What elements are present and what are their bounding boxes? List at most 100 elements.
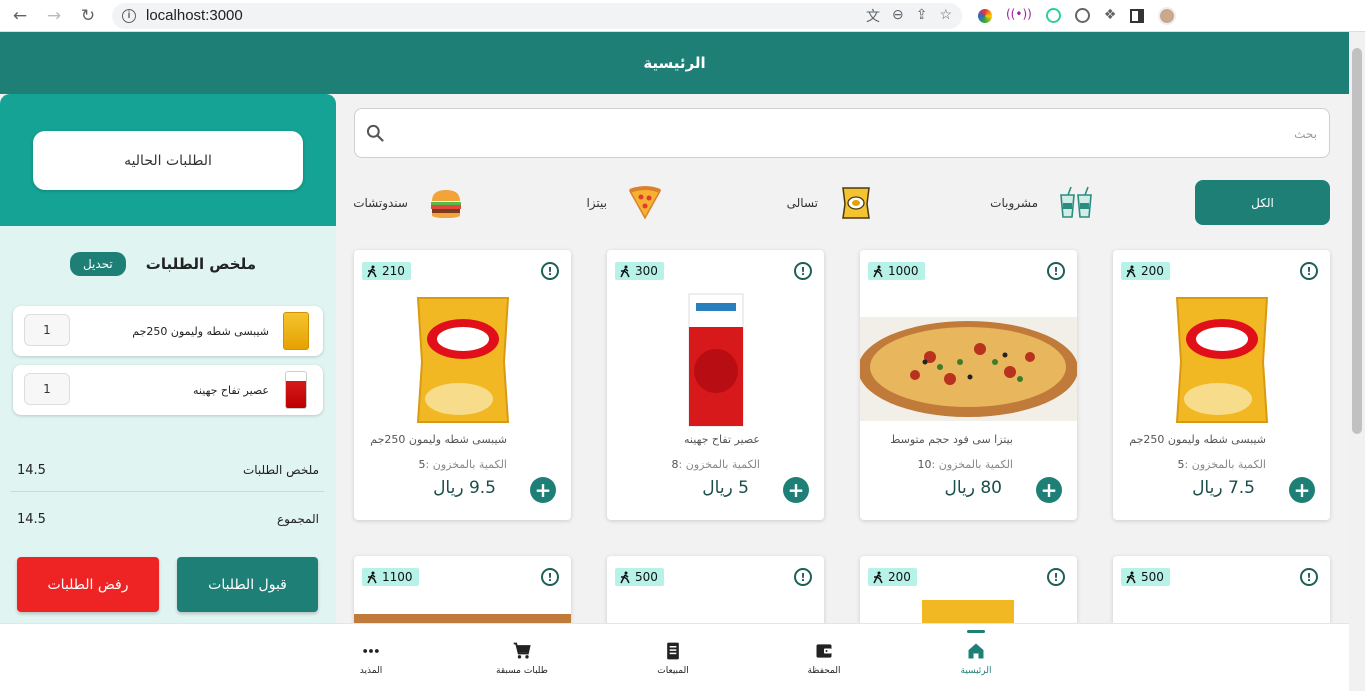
product-card[interactable]: 200 ! [860,556,1077,626]
product-card[interactable]: 1000 ! بيتزا سى فود حجم متوسط الكمية بال… [860,250,1077,520]
add-to-order-button[interactable]: + [783,477,809,503]
product-price: 9.5 ريال [433,478,496,498]
home-icon [968,643,984,658]
product-stock: الكمية بالمخزون :10 [917,458,1013,471]
nav-label: الرئيسية [960,665,992,676]
product-image [1113,290,1330,430]
wallet-icon [816,643,832,658]
info-icon[interactable]: ! [1300,262,1318,280]
prep-time-value: 1100 [382,570,413,584]
snacks-bag-icon [842,187,870,219]
info-icon[interactable]: ! [1047,262,1065,280]
order-qty-field[interactable]: 1 [24,373,70,405]
chips-thumbnail [283,312,309,350]
forward-icon[interactable]: → [44,6,64,26]
product-stock: الكمية بالمخزون :8 [671,458,760,471]
prep-time-value: 1000 [888,264,919,278]
info-icon[interactable]: ! [541,568,559,586]
reject-orders-button[interactable]: رفض الطلبات [17,557,159,612]
order-item-name: عصير تفاح جهينه [193,383,269,397]
extensions-puzzle-icon[interactable]: ❖ [1104,7,1117,25]
bottom-navigation: الرئيسية المحفظة المبيعات طلبات مسبقة ال… [0,623,1349,691]
product-card[interactable]: 200 ! شيبسى شطه وليمون 250جم الكمية بالم… [1113,250,1330,520]
category-snacks[interactable]: تسالى [787,183,874,223]
address-bar[interactable]: i localhost:3000 文 ⊖ ⇪ ☆ [112,2,962,29]
product-card[interactable]: 500 ! [607,556,824,626]
product-card[interactable]: 500 ! [1113,556,1330,626]
url-text: localhost:3000 [146,7,243,24]
current-orders-button[interactable]: الطلبات الحاليه [33,131,303,190]
subtotal-row: 14.5 ملخص الطلبات [17,463,319,478]
runner-icon [873,265,883,277]
nav-home[interactable]: الرئيسية [936,624,1016,691]
runner-icon [367,571,377,583]
product-card[interactable]: 1100 ! [354,556,571,626]
share-icon[interactable]: ⇪ [916,6,928,26]
scrollbar-thumb[interactable] [1352,48,1362,434]
subtotal-label: ملخص الطلبات [242,463,319,477]
total-label: المجموع [277,512,319,526]
nav-label: المذيد [359,665,383,676]
back-icon[interactable]: ← [10,6,30,26]
prep-time-badge: 500 [615,568,664,586]
bookmark-star-icon[interactable]: ☆ [939,6,952,26]
prep-time-badge: 200 [868,568,917,586]
nav-sales[interactable]: المبيعات [633,624,713,691]
extension-color-icon[interactable] [978,8,992,23]
nav-preorders[interactable]: طلبات مسبقة [482,624,562,691]
category-sandwiches[interactable]: سندوتشات [353,183,464,223]
add-to-order-button[interactable]: + [530,477,556,503]
orders-panel: الطلبات الحاليه ملخص الطلبات تحديل 1 شيب… [0,94,336,624]
translate-icon[interactable]: 文 [866,6,880,26]
search-icon[interactable] [365,123,385,143]
sidepanel-icon[interactable] [1130,8,1145,23]
product-price: 5 ريال [702,478,749,498]
add-to-order-button[interactable]: + [1036,477,1062,503]
product-stock: الكمية بالمخزون :5 [418,458,507,471]
juice-thumbnail [285,371,307,409]
orders-panel-header: الطلبات الحاليه [0,94,336,226]
runner-icon [620,265,630,277]
nav-more[interactable]: المذيد [331,624,411,691]
total-row: 14.5 المجموع [17,512,319,527]
product-image [607,290,824,430]
product-price: 80 ريال [944,478,1002,498]
category-bar: الكل مشروبات تسالى بيتزا سندوتشات [353,178,1330,226]
cart-icon [513,642,531,658]
category-drinks[interactable]: مشروبات [990,183,1094,223]
product-price: 7.5 ريال [1192,478,1255,498]
extension-broadcast-icon[interactable]: ((•)) [1006,7,1032,25]
subtotal-value: 14.5 [17,463,46,478]
search-input[interactable] [417,121,1317,147]
site-info-icon[interactable]: i [122,8,136,23]
page-scrollbar[interactable] [1349,32,1365,691]
info-icon[interactable]: ! [1300,568,1318,586]
info-icon[interactable]: ! [794,262,812,280]
receipt-icon [667,642,679,659]
info-icon[interactable]: ! [1047,568,1065,586]
add-to-order-button[interactable]: + [1289,477,1315,503]
runner-icon [620,571,630,583]
category-label: مشروبات [990,196,1038,210]
info-icon[interactable]: ! [794,568,812,586]
product-card[interactable]: 300 ! عصير تفاح جهينه الكمية بالمخزون :8… [607,250,824,520]
category-label: بيتزا [586,196,607,210]
runner-icon [367,265,377,277]
product-card[interactable]: 210 ! شيبسى شطه وليمون 250جم الكمية بالم… [354,250,571,520]
accept-orders-button[interactable]: قبول الطلبات [177,557,318,612]
edit-button[interactable]: تحديل [69,252,126,276]
order-qty-field[interactable]: 1 [24,314,70,346]
extension-globe-icon[interactable] [1074,8,1090,23]
nav-wallet[interactable]: المحفظة [784,624,864,691]
zoom-icon[interactable]: ⊖ [892,6,904,26]
reload-icon[interactable]: ↻ [78,6,98,26]
profile-avatar[interactable] [1158,6,1177,25]
extension-green-icon[interactable] [1045,8,1061,23]
category-all-button[interactable]: الكل [1195,180,1330,225]
info-icon[interactable]: ! [541,262,559,280]
category-label: سندوتشات [353,196,408,210]
order-item: 1 شيبسى شطه وليمون 250جم [13,306,323,356]
category-pizza[interactable]: بيتزا [586,183,663,223]
product-name: عصير تفاح جهينه [684,433,760,446]
order-item-name: شيبسى شطه وليمون 250جم [132,324,269,338]
